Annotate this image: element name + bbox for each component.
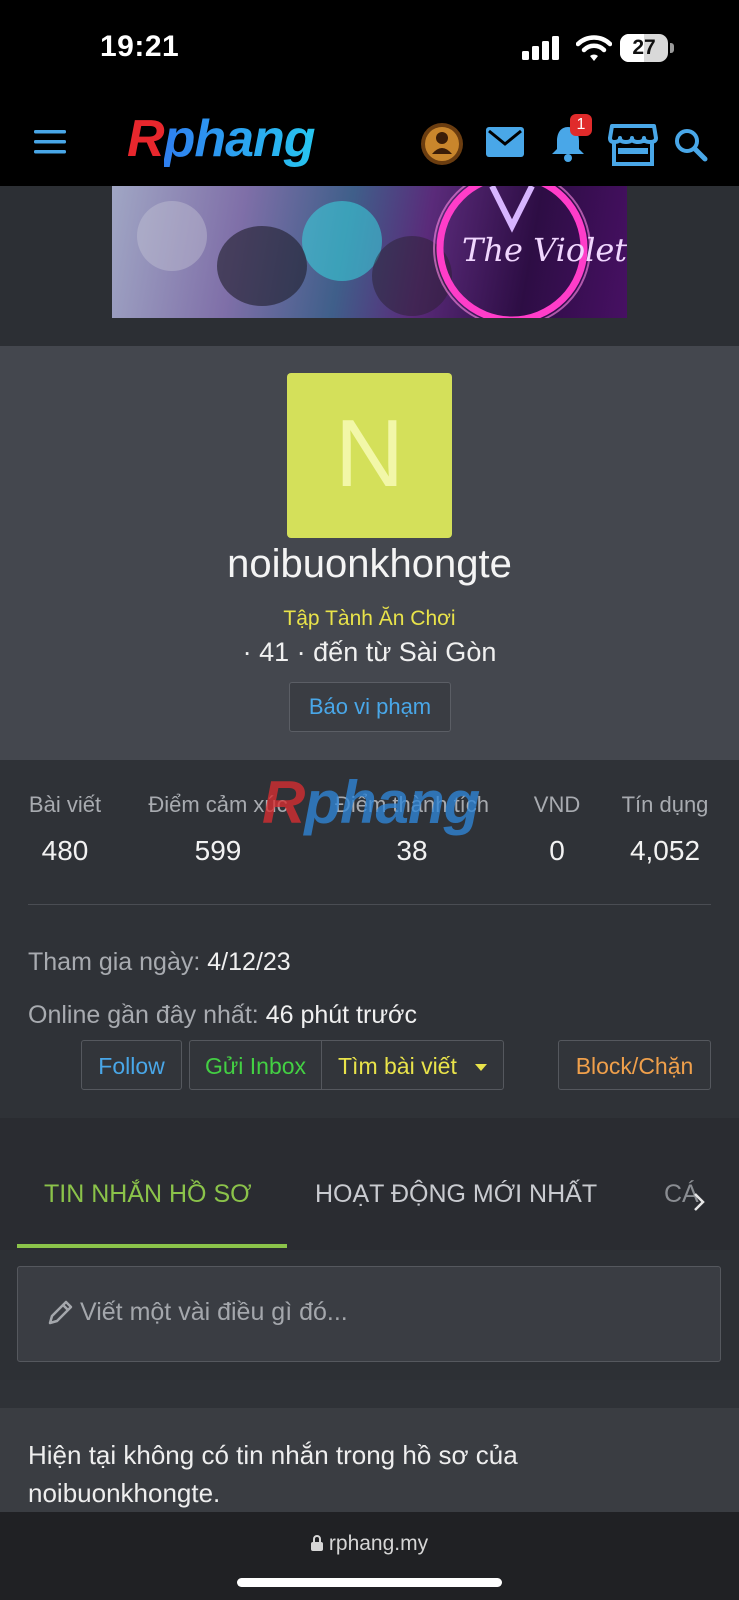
home-indicator[interactable] bbox=[237, 1578, 502, 1587]
find-posts-button[interactable]: Tìm bài viết bbox=[321, 1040, 504, 1090]
tab-latest-activity[interactable]: HOẠT ĐỘNG MỚI NHẤT bbox=[315, 1180, 597, 1209]
last-online-line: Online gần đây nhất: 46 phút trước bbox=[28, 1001, 417, 1030]
battery-indicator: 27 bbox=[620, 34, 668, 62]
stat-value-credit: 4,052 bbox=[629, 835, 701, 866]
stat-label-posts: Bài viết bbox=[28, 792, 102, 817]
watermark-r: R bbox=[262, 769, 305, 836]
caret-down-icon bbox=[475, 1063, 488, 1071]
profile-avatar[interactable]: N bbox=[287, 373, 452, 538]
block-button[interactable]: Block/Chặn bbox=[558, 1040, 711, 1090]
stat-label-credit: Tín dụng bbox=[621, 792, 709, 817]
chevron-right-icon[interactable] bbox=[693, 1192, 705, 1212]
svg-text:The Violet: The Violet bbox=[462, 231, 627, 269]
profile-username: noibuonkhongte bbox=[227, 542, 512, 586]
composer-placeholder: Viết một vài điều gì đó... bbox=[80, 1298, 348, 1326]
logo-r: R bbox=[127, 110, 165, 168]
battery-level: 27 bbox=[632, 36, 656, 59]
joined-value: 4/12/23 bbox=[207, 948, 291, 976]
empty-message: Hiện tại không có tin nhắn trong hồ sơ c… bbox=[28, 1440, 518, 1508]
stats-divider bbox=[28, 904, 711, 905]
stat-value-vnd: 0 bbox=[549, 835, 565, 866]
stat-label-vnd: VND bbox=[533, 792, 581, 817]
report-button[interactable]: Báo vi phạm bbox=[289, 682, 451, 732]
notification-badge: 1 bbox=[570, 114, 592, 136]
store-icon[interactable] bbox=[608, 122, 658, 166]
last-online-label: Online gần đây nhất: bbox=[28, 1001, 259, 1029]
active-tab-indicator bbox=[17, 1244, 287, 1248]
last-online-value: 46 phút trước bbox=[265, 1001, 417, 1029]
stat-value-achievements[interactable]: 38 bbox=[322, 835, 502, 867]
search-icon[interactable] bbox=[674, 128, 708, 162]
cellular-signal-icon bbox=[522, 36, 559, 60]
status-time: 19:21 bbox=[100, 30, 180, 63]
banner-art: The Violet bbox=[137, 186, 627, 318]
lock-icon bbox=[310, 1535, 323, 1551]
advertisement-banner[interactable]: The Violet bbox=[112, 186, 627, 318]
url-display[interactable]: rphang.my bbox=[0, 1532, 739, 1556]
pencil-icon bbox=[48, 1300, 73, 1325]
hamburger-menu-icon[interactable] bbox=[34, 128, 68, 156]
tab-profile-messages[interactable]: TIN NHẮN HỒ SƠ bbox=[44, 1180, 252, 1209]
watermark-logo: Rphang bbox=[262, 768, 480, 837]
user-title: Tập Tành Ăn Chơi bbox=[283, 607, 456, 630]
wifi-icon bbox=[576, 35, 612, 61]
joined-line: Tham gia ngày: 4/12/23 bbox=[28, 948, 291, 977]
joined-label: Tham gia ngày: bbox=[28, 948, 201, 976]
watermark-rest: phang bbox=[304, 769, 480, 836]
stat-value-posts[interactable]: 480 bbox=[20, 835, 110, 867]
follow-button[interactable]: Follow bbox=[81, 1040, 182, 1090]
battery-tip bbox=[670, 43, 674, 53]
avatar-letter: N bbox=[334, 400, 405, 507]
logo-rest: phang bbox=[163, 110, 316, 168]
user-meta: · 41 · đến từ Sài Gòn bbox=[242, 637, 497, 667]
mail-icon[interactable] bbox=[486, 127, 524, 157]
stat-value-reactions[interactable]: 599 bbox=[138, 835, 298, 867]
send-inbox-button[interactable]: Gửi Inbox bbox=[189, 1040, 322, 1090]
user-avatar-icon[interactable] bbox=[420, 122, 464, 166]
url-text: rphang.my bbox=[328, 1532, 429, 1555]
site-logo[interactable]: Rphang bbox=[127, 108, 316, 170]
find-posts-label: Tìm bài viết bbox=[338, 1053, 457, 1079]
